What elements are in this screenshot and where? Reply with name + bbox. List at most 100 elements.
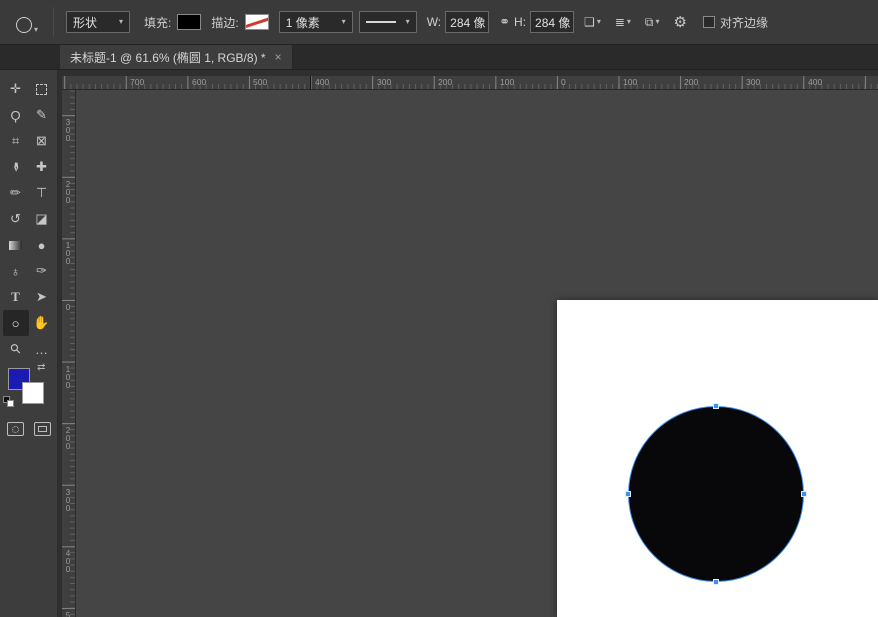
anchor-point-left[interactable] bbox=[625, 491, 631, 497]
more-tools-icon: … bbox=[35, 341, 48, 357]
link-dimensions-icon[interactable]: ⚭ bbox=[495, 12, 514, 32]
stroke-label: 描边: bbox=[211, 15, 239, 30]
divider bbox=[53, 7, 54, 37]
horizontal-ruler[interactable]: 700 600 500 400 300 200 100 0 100 200 300 400 bbox=[62, 76, 878, 90]
frame-tool[interactable]: ⊠ bbox=[29, 128, 55, 154]
history-brush-tool[interactable]: ↺ bbox=[3, 206, 29, 232]
clone-stamp-tool[interactable]: ⊤ bbox=[29, 180, 55, 206]
blur-tool[interactable]: ● bbox=[29, 232, 55, 258]
gear-icon[interactable]: ⚙ bbox=[670, 11, 691, 33]
path-selection-tool[interactable]: ➤ bbox=[29, 284, 55, 310]
ruler-mark-label: 300 bbox=[746, 77, 761, 87]
rectangular-marquee-tool[interactable] bbox=[29, 76, 55, 102]
quick-selection-tool[interactable]: ✎ bbox=[29, 102, 55, 128]
blur-tool-icon: ● bbox=[37, 237, 46, 253]
caret-down-icon: ▾ bbox=[626, 17, 631, 26]
move-tool[interactable]: ✛ bbox=[3, 76, 29, 102]
stroke-style-preview-icon bbox=[365, 21, 396, 23]
history-brush-tool-icon: ↺ bbox=[10, 211, 21, 226]
ruler-mark-label: 200 bbox=[684, 77, 699, 87]
color-wells: ⇄ bbox=[0, 360, 58, 422]
background-color-swatch[interactable] bbox=[22, 382, 44, 404]
ruler-mark-label: 0 bbox=[561, 77, 566, 87]
ellipse-tool-preset-icon bbox=[15, 17, 32, 33]
zoom-tool-icon: ⚲ bbox=[6, 339, 24, 358]
tool-mode-select[interactable]: 形状 ▾ bbox=[66, 11, 130, 33]
path-operations-icon: ❑ bbox=[584, 15, 595, 29]
caret-down-icon: ▾ bbox=[405, 17, 410, 26]
tools-grid: ✛ Ϙ ✎ ⌗ ⊠ ✒ ✚ ✏ ⊤ ↺ ◪ ● ♁ ✑ T ➤ ○ ✋ ⚲ … bbox=[0, 70, 57, 362]
path-operations-button[interactable]: ❑ ▾ bbox=[580, 13, 605, 31]
caret-down-icon: ▾ bbox=[341, 17, 346, 26]
quick-selection-tool-icon: ✎ bbox=[36, 107, 47, 122]
more-tools[interactable]: … bbox=[29, 336, 55, 362]
screen-mode-icon bbox=[38, 426, 47, 432]
default-background-mini bbox=[7, 400, 14, 407]
screen-mode-button[interactable] bbox=[34, 422, 51, 436]
stroke-width-value: 1 像素 bbox=[285, 15, 320, 30]
type-tool[interactable]: T bbox=[3, 284, 29, 310]
width-input[interactable]: 284 像 bbox=[445, 11, 490, 33]
ruler-mark-label: 0 bbox=[65, 303, 71, 312]
ellipse-tool-icon: ○ bbox=[11, 315, 20, 331]
document-tab[interactable]: 未标题-1 @ 61.6% (椭圆 1, RGB/8) * × bbox=[60, 45, 293, 69]
anchor-point-top[interactable] bbox=[713, 403, 719, 409]
tab-close-icon[interactable]: × bbox=[275, 50, 282, 64]
caret-down-icon: ▾ bbox=[33, 25, 38, 34]
path-arrangement-button[interactable]: ⧉ ▾ bbox=[641, 13, 664, 32]
tools-panel: ✛ Ϙ ✎ ⌗ ⊠ ✒ ✚ ✏ ⊤ ↺ ◪ ● ♁ ✑ T ➤ ○ ✋ ⚲ … ⇄ bbox=[0, 70, 58, 617]
ruler-mark-label: 100 bbox=[500, 77, 515, 87]
hand-tool-icon: ✋ bbox=[33, 315, 50, 330]
path-alignment-icon: ≣ bbox=[614, 15, 625, 29]
width-label: W: bbox=[426, 15, 442, 29]
crop-tool-icon: ⌗ bbox=[11, 133, 20, 148]
ruler-cursor-indicator bbox=[310, 76, 311, 89]
pen-tool[interactable]: ✑ bbox=[29, 258, 55, 284]
height-input[interactable]: 284 像 bbox=[530, 11, 575, 33]
dodge-tool[interactable]: ♁ bbox=[3, 258, 29, 284]
ellipse-tool[interactable]: ○ bbox=[2, 310, 29, 336]
ruler-mark-label: 500 bbox=[65, 611, 71, 617]
path-alignment-button[interactable]: ≣ ▾ bbox=[611, 13, 635, 31]
gradient-tool-icon bbox=[9, 240, 22, 250]
ruler-mark-label: 500 bbox=[253, 77, 268, 87]
stroke-style-select[interactable]: ▾ bbox=[358, 11, 417, 33]
stroke-width-input[interactable]: 1 像素 ▾ bbox=[278, 11, 353, 33]
crop-tool[interactable]: ⌗ bbox=[3, 128, 29, 154]
eyedropper-tool[interactable]: ✒ bbox=[3, 154, 29, 180]
default-colors-icon[interactable] bbox=[3, 396, 15, 408]
align-edges-checkbox[interactable] bbox=[702, 16, 715, 28]
zoom-tool[interactable]: ⚲ bbox=[3, 336, 29, 362]
stroke-color-swatch[interactable] bbox=[244, 14, 269, 30]
eraser-tool-icon: ◪ bbox=[35, 211, 48, 226]
caret-down-icon: ▾ bbox=[118, 17, 123, 26]
lasso-tool[interactable]: Ϙ bbox=[3, 102, 29, 128]
clone-stamp-tool-icon: ⊤ bbox=[35, 185, 48, 200]
ruler-mark-label: 600 bbox=[192, 77, 207, 87]
align-edges-label: 对齐边缘 bbox=[719, 15, 768, 30]
path-selection-tool-icon: ➤ bbox=[36, 289, 47, 304]
healing-brush-tool-icon: ✚ bbox=[36, 159, 47, 174]
dodge-tool-icon: ♁ bbox=[10, 263, 21, 279]
quick-mask-button[interactable] bbox=[7, 422, 24, 436]
brush-tool[interactable]: ✏ bbox=[3, 180, 29, 206]
anchor-point-right[interactable] bbox=[801, 491, 807, 497]
tool-preset-picker[interactable]: ▾ bbox=[5, 6, 49, 38]
type-tool-icon: T bbox=[11, 289, 20, 304]
eraser-tool[interactable]: ◪ bbox=[29, 206, 55, 232]
document-canvas[interactable] bbox=[557, 300, 878, 617]
fill-color-swatch[interactable] bbox=[177, 14, 202, 30]
options-bar: ▾ 形状 ▾ 填充: 描边: 1 像素 ▾ ▾ W: 284 像 ⚭ H: 28… bbox=[0, 0, 878, 45]
ellipse-shape[interactable] bbox=[628, 406, 804, 582]
eyedropper-tool-icon: ✒ bbox=[8, 161, 24, 173]
canvas-viewport[interactable] bbox=[76, 90, 878, 617]
swap-colors-icon[interactable]: ⇄ bbox=[37, 362, 45, 373]
ruler-mark-label: 300 bbox=[65, 118, 71, 143]
height-label: H: bbox=[514, 15, 527, 29]
tool-mode-value: 形状 bbox=[73, 15, 98, 30]
healing-brush-tool[interactable]: ✚ bbox=[29, 154, 55, 180]
gradient-tool[interactable] bbox=[3, 232, 29, 258]
anchor-point-bottom[interactable] bbox=[713, 579, 719, 585]
vertical-ruler[interactable]: 300 200 100 0 100 200 300 400 500 bbox=[62, 90, 76, 617]
hand-tool[interactable]: ✋ bbox=[29, 310, 55, 336]
